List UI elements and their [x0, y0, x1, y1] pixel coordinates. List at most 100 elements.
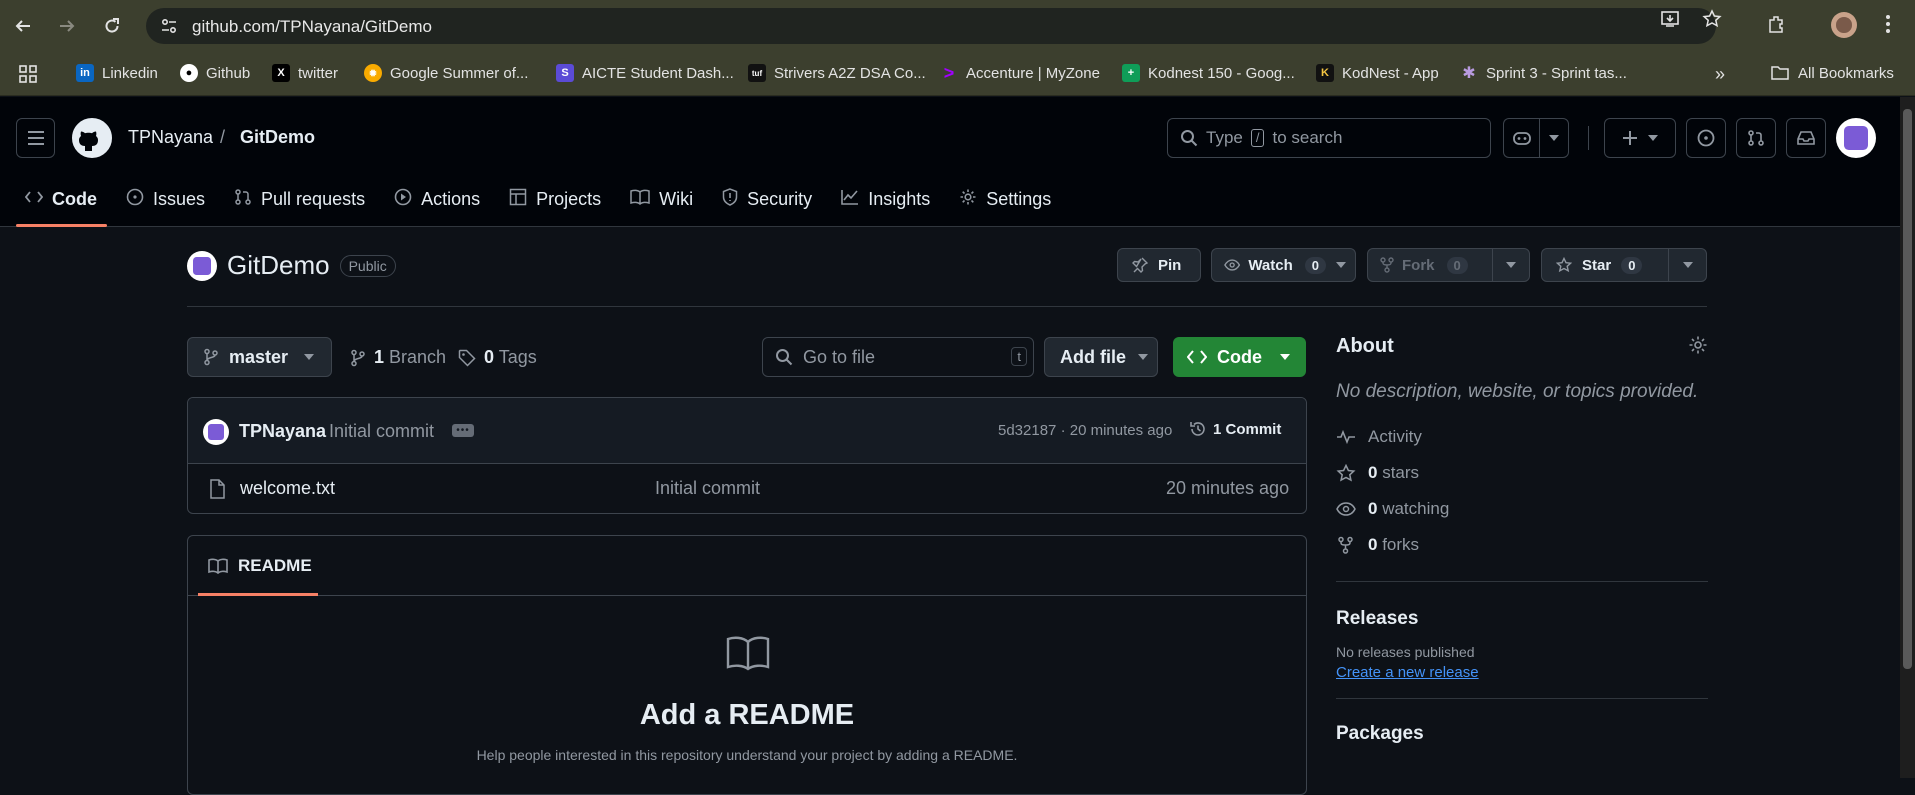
tab-issues[interactable]: Issues	[117, 180, 214, 218]
branch-select-button[interactable]: master	[187, 337, 332, 377]
go-to-file-input[interactable]: Go to file t	[762, 337, 1034, 377]
hamburger-menu-icon[interactable]	[16, 118, 55, 158]
commits-history-link[interactable]: 1 Commit	[1189, 420, 1281, 438]
add-file-button[interactable]: Add file	[1044, 337, 1158, 377]
tab-insights[interactable]: Insights	[832, 180, 939, 218]
no-releases-text: No releases published	[1336, 644, 1475, 660]
tab-label: Security	[747, 188, 813, 209]
tags-link[interactable]: 0 Tags	[458, 347, 537, 368]
releases-title[interactable]: Releases	[1336, 608, 1708, 630]
file-commit-message[interactable]: Initial commit	[655, 478, 760, 499]
back-icon[interactable]	[10, 13, 36, 39]
pull-requests-icon[interactable]	[1736, 118, 1776, 158]
breadcrumb-owner[interactable]: TPNayana	[128, 127, 213, 148]
watch-button[interactable]: Watch 0	[1211, 248, 1356, 282]
bookmark-github[interactable]: ● Github	[180, 64, 250, 82]
commit-author-avatar[interactable]	[203, 419, 229, 445]
bookmark-accenture[interactable]: > Accenture | MyZone	[940, 63, 1100, 83]
tab-settings[interactable]: Settings	[950, 180, 1060, 218]
pulse-icon	[1337, 429, 1355, 445]
site-settings-icon[interactable]	[160, 17, 178, 35]
star-dropdown-chevron-icon[interactable]	[1669, 262, 1706, 268]
play-icon	[394, 188, 412, 211]
tuf-icon: tuf	[748, 64, 766, 82]
file-name[interactable]: welcome.txt	[240, 478, 335, 499]
fork-dropdown-chevron-icon[interactable]	[1493, 262, 1529, 268]
commit-author[interactable]: TPNayana	[239, 421, 326, 442]
forks-link[interactable]: 0 forks	[1336, 527, 1708, 563]
watch-dropdown-chevron-icon[interactable]	[1326, 262, 1355, 268]
tab-wiki[interactable]: Wiki	[621, 180, 702, 218]
tab-projects[interactable]: Projects	[500, 180, 610, 218]
commit-message[interactable]: Initial commit	[329, 421, 434, 442]
watch-label: Watch	[1248, 256, 1293, 274]
profile-avatar[interactable]	[1831, 12, 1857, 38]
readme-tab[interactable]: README	[198, 536, 318, 596]
book-icon	[208, 558, 228, 574]
tab-pull-requests[interactable]: Pull requests	[225, 180, 374, 218]
pin-button[interactable]: Pin	[1117, 248, 1201, 282]
create-release-link[interactable]: Create a new release	[1336, 664, 1479, 681]
code-button[interactable]: Code	[1173, 337, 1306, 377]
activity-link[interactable]: Activity	[1336, 419, 1708, 455]
bookmark-linkedin[interactable]: in Linkedin	[76, 64, 158, 82]
inbox-icon[interactable]	[1786, 118, 1826, 158]
bookmark-twitter[interactable]: Xtwitter	[272, 64, 338, 82]
url-text[interactable]: github.com/TPNayana/GitDemo	[192, 17, 432, 37]
star-button[interactable]: Star 0	[1541, 248, 1707, 282]
packages-title[interactable]: Packages	[1336, 723, 1708, 745]
stars-link[interactable]: 0 stars	[1336, 455, 1708, 491]
tab-code[interactable]: Code	[16, 180, 106, 218]
extensions-icon[interactable]	[1766, 14, 1786, 39]
search-input[interactable]: Type / to search	[1167, 118, 1491, 158]
pull-request-icon	[234, 188, 252, 211]
address-bar[interactable]: github.com/TPNayana/GitDemo	[146, 8, 1716, 44]
more-bookmarks-icon[interactable]: »	[1715, 64, 1725, 85]
tab-actions[interactable]: Actions	[385, 180, 489, 218]
forward-icon[interactable]	[54, 13, 80, 39]
bookmark-kodnest-app[interactable]: K KodNest - App	[1316, 64, 1439, 82]
tab-label: Wiki	[659, 188, 694, 209]
github-logo-icon[interactable]	[72, 118, 112, 158]
breadcrumb-repo[interactable]: GitDemo	[240, 127, 315, 148]
page-scrollbar[interactable]	[1900, 97, 1915, 778]
expand-commit-ellipsis-icon[interactable]: •••	[452, 424, 474, 437]
bookmark-aicte[interactable]: S AICTE Student Dash...	[556, 64, 734, 82]
repo-owner-avatar[interactable]	[187, 250, 217, 281]
sidebar-divider	[1336, 698, 1708, 699]
copilot-dropdown-chevron-icon[interactable]	[1539, 118, 1569, 158]
bookmark-sprint[interactable]: ✱ Sprint 3 - Sprint tas...	[1460, 64, 1627, 83]
bookmark-gsoc[interactable]: ✹ Google Summer of...	[364, 64, 528, 82]
all-bookmarks[interactable]: All Bookmarks	[1770, 64, 1894, 82]
install-app-icon[interactable]	[1660, 9, 1680, 34]
bookmark-kodnest-sheet[interactable]: + Kodnest 150 - Goog...	[1122, 64, 1295, 82]
table-row[interactable]: welcome.txt Initial commit 20 minutes ag…	[188, 464, 1306, 513]
create-new-button[interactable]	[1604, 118, 1676, 158]
user-avatar[interactable]	[1836, 118, 1876, 158]
readme-divider	[188, 595, 1306, 596]
issues-icon[interactable]	[1686, 118, 1726, 158]
tab-label: Pull requests	[261, 188, 366, 209]
reload-icon[interactable]	[99, 13, 125, 39]
copilot-icon[interactable]	[1503, 118, 1539, 158]
bookmark-label: Github	[206, 64, 251, 82]
shield-icon	[722, 187, 738, 211]
tab-security[interactable]: Security	[713, 180, 821, 218]
tab-label: Issues	[153, 188, 206, 209]
all-bookmarks-label: All Bookmarks	[1798, 64, 1894, 82]
tag-count: 0	[484, 347, 495, 367]
gear-icon[interactable]	[1688, 335, 1708, 355]
code-button-label: Code	[1217, 346, 1262, 367]
bookmark-star-icon[interactable]	[1702, 9, 1722, 34]
browser-menu-icon[interactable]	[1884, 14, 1892, 39]
sprint-icon: ✱	[1462, 65, 1476, 82]
commit-hash-time[interactable]: 5d32187 · 20 minutes ago	[998, 422, 1172, 439]
repo-name[interactable]: GitDemo	[227, 250, 330, 281]
apps-grid-icon[interactable]	[18, 64, 38, 84]
gsoc-icon: ✹	[364, 64, 382, 82]
scrollbar-thumb[interactable]	[1903, 109, 1912, 669]
watching-link[interactable]: 0 watching	[1336, 491, 1708, 527]
branches-link[interactable]: 1 Branch	[350, 347, 446, 368]
bookmark-strivers[interactable]: tuf Strivers A2Z DSA Co...	[748, 64, 926, 82]
fork-button[interactable]: Fork 0	[1367, 248, 1530, 282]
